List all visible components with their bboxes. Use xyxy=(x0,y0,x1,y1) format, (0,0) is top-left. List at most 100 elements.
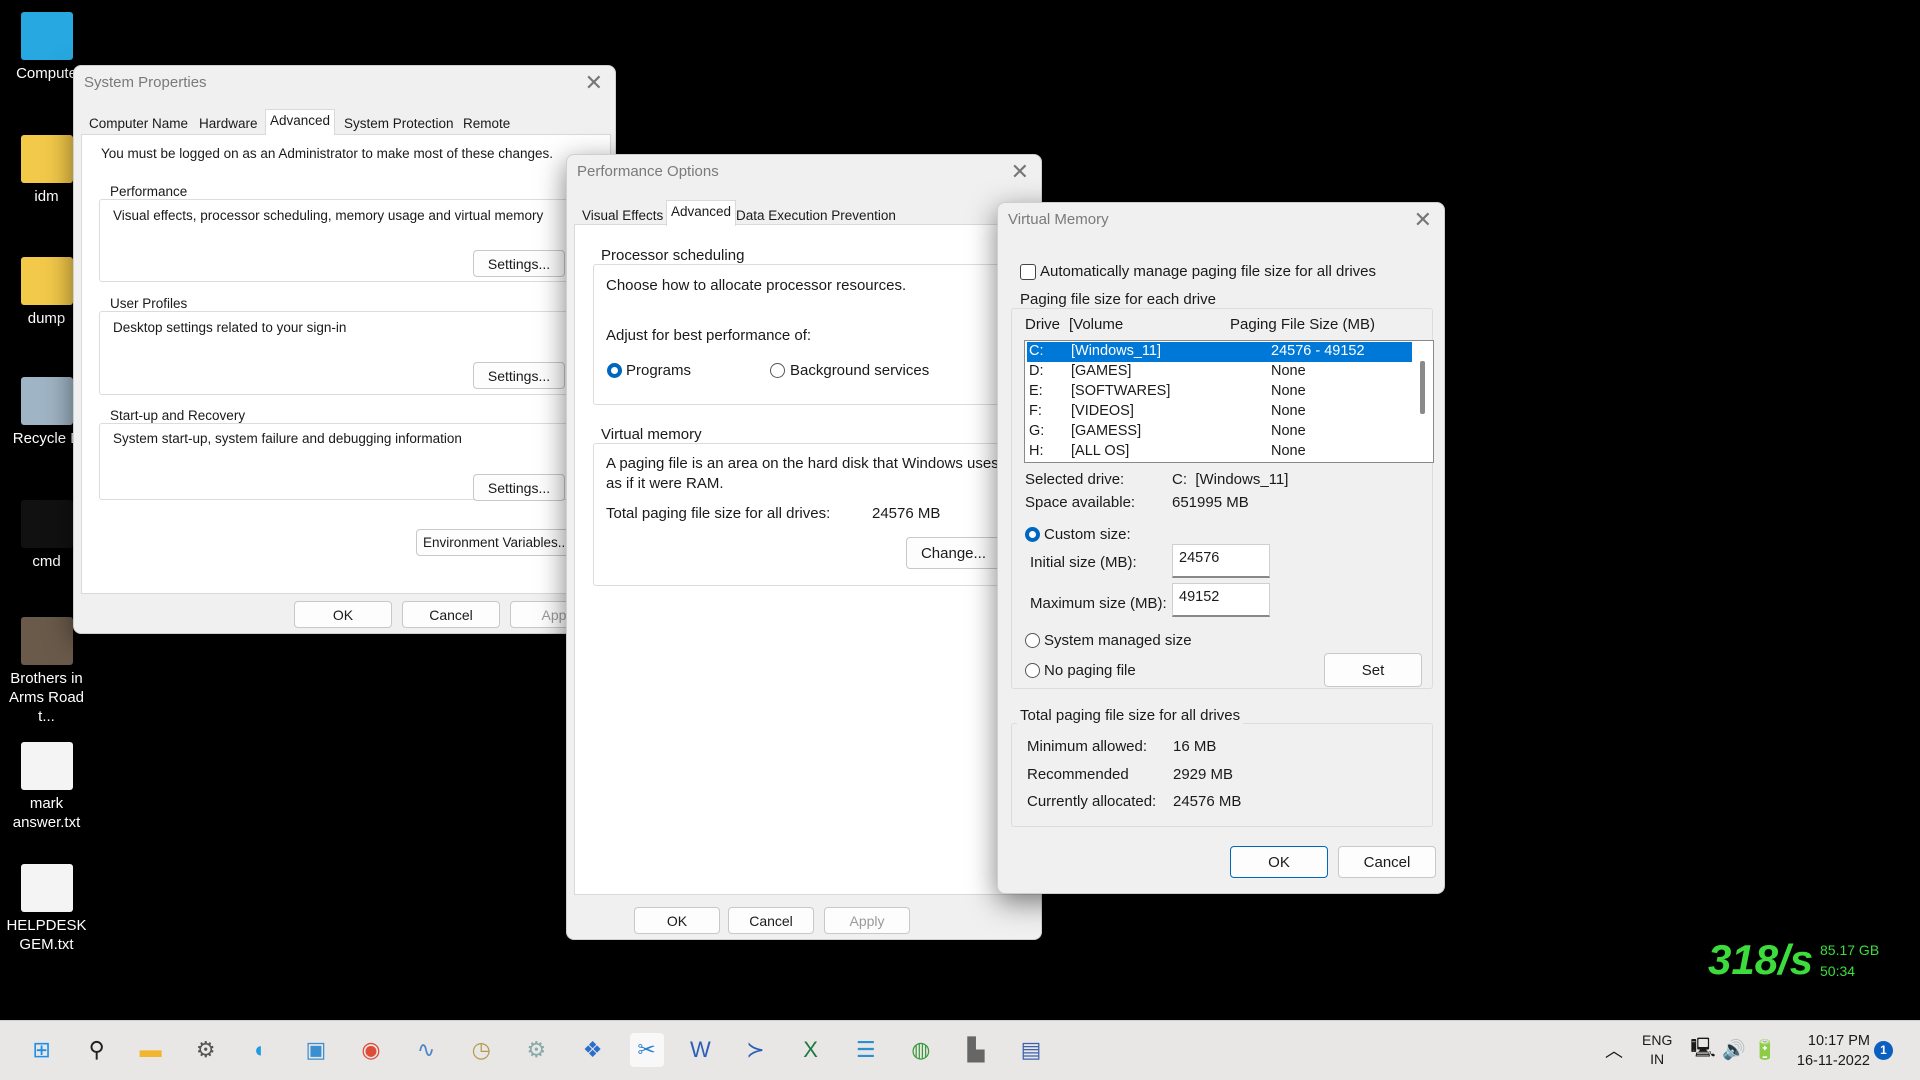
adjust-label: Adjust for best performance of: xyxy=(606,327,812,344)
drive-volume: [GAMES] xyxy=(1071,363,1132,379)
language-indicator[interactable]: ENG IN xyxy=(1642,1031,1672,1069)
word-icon[interactable]: W xyxy=(683,1033,717,1067)
environment-variables-button[interactable]: Environment Variables... xyxy=(416,529,576,556)
notification-badge[interactable]: 1 xyxy=(1874,1041,1893,1060)
startup-settings-button[interactable]: Settings... xyxy=(473,474,565,501)
snipping-tool-icon[interactable]: ✂ xyxy=(629,1033,664,1067)
ok-button[interactable]: OK xyxy=(294,601,392,628)
selected-drive-label: Selected drive: xyxy=(1025,471,1125,488)
background-services-radio[interactable] xyxy=(770,363,785,378)
change-button[interactable]: Change... xyxy=(906,537,1001,569)
drive-paging-size: 24576 - 49152 xyxy=(1271,343,1365,359)
close-icon[interactable]: ✕ xyxy=(585,70,603,96)
tab-remote[interactable]: Remote xyxy=(459,113,514,134)
header-volume: [Volume xyxy=(1069,316,1124,333)
resource-monitor-icon[interactable]: ∿ xyxy=(409,1033,443,1067)
dialog-title: Virtual Memory xyxy=(1008,211,1109,228)
desktop-icon-label: Brothers in Arms Road t... xyxy=(8,670,85,725)
system-managed-radio[interactable] xyxy=(1025,633,1040,648)
set-button[interactable]: Set xyxy=(1324,653,1422,687)
powershell-icon[interactable]: ≻ xyxy=(739,1033,773,1067)
clock[interactable]: 10:17 PM 16-11-2022 xyxy=(1790,1031,1870,1071)
programs-radio[interactable] xyxy=(607,363,622,378)
performance-settings-button[interactable]: Settings... xyxy=(473,250,565,277)
chrome-icon[interactable]: ◉ xyxy=(354,1033,388,1067)
tab-advanced[interactable]: Advanced xyxy=(265,109,336,135)
paging-per-drive-label: Paging file size for each drive xyxy=(1017,291,1219,308)
network-icon[interactable]: 🖳 xyxy=(1686,1033,1720,1067)
drive-volume: [SOFTWARES] xyxy=(1071,383,1171,399)
drive-paging-size: None xyxy=(1271,363,1306,379)
drive-letter: F: xyxy=(1029,403,1042,419)
file-explorer-icon[interactable]: ▬ xyxy=(134,1033,168,1067)
folder-icon xyxy=(20,135,73,183)
drive-list[interactable]: C: [Windows_11] 24576 - 49152 D: [GAMES] None… xyxy=(1024,340,1434,463)
performance-options-dialog: Performance Options ✕ Visual Effects Adv… xyxy=(566,154,1042,940)
initial-size-label: Initial size (MB): xyxy=(1030,554,1137,571)
tab-hardware[interactable]: Hardware xyxy=(195,113,262,134)
desktop-icon[interactable]: HELPDESK GEM.txt xyxy=(0,864,93,954)
app-icon[interactable]: ❖ xyxy=(576,1033,610,1067)
downloaded-size: 85.17 GB xyxy=(1820,942,1880,958)
drive-row[interactable]: G: [GAMESS] None xyxy=(1027,422,1412,442)
cancel-button[interactable]: Cancel xyxy=(1338,846,1436,878)
device-icon[interactable]: ▙ xyxy=(959,1033,993,1067)
control-panel-icon[interactable]: ▣ xyxy=(299,1033,333,1067)
desktop-icon[interactable]: mark answer.txt xyxy=(0,742,93,832)
system-properties-dialog: System Properties ✕ Computer Name Hardwa… xyxy=(73,65,616,634)
drive-letter: G: xyxy=(1029,423,1045,439)
minimum-allowed-value: 16 MB xyxy=(1173,738,1217,755)
performance-label: Performance xyxy=(107,184,191,199)
space-available-value: 651995 MB xyxy=(1172,494,1249,511)
tab-data-execution-prevention[interactable]: Data Execution Prevention xyxy=(732,205,900,226)
drive-row[interactable]: F: [VIDEOS] None xyxy=(1027,402,1412,422)
drive-row[interactable]: H: [ALL OS] None xyxy=(1027,442,1412,462)
minimum-allowed-label: Minimum allowed: xyxy=(1027,738,1148,755)
cancel-button[interactable]: Cancel xyxy=(402,601,500,628)
idm-icon[interactable]: ◍ xyxy=(904,1033,938,1067)
ok-button[interactable]: OK xyxy=(634,907,720,934)
drive-volume: [VIDEOS] xyxy=(1071,403,1134,419)
tab-computer-name[interactable]: Computer Name xyxy=(85,113,192,134)
edge-icon[interactable]: ◐ xyxy=(244,1033,278,1067)
search-icon[interactable]: ⚲ xyxy=(80,1033,114,1067)
volume-icon[interactable]: 🔊 xyxy=(1717,1033,1751,1067)
drive-row[interactable]: D: [GAMES] None xyxy=(1027,362,1412,382)
drive-row[interactable]: E: [SOFTWARES] None xyxy=(1027,382,1412,402)
maximum-size-input[interactable]: 49152 xyxy=(1172,583,1270,617)
ok-button[interactable]: OK xyxy=(1230,846,1328,878)
no-paging-radio[interactable] xyxy=(1025,663,1040,678)
clock-icon[interactable]: ◷ xyxy=(464,1033,498,1067)
custom-size-radio[interactable] xyxy=(1025,527,1040,542)
notepad-icon[interactable]: ☰ xyxy=(849,1033,883,1067)
drive-row[interactable]: C: [Windows_11] 24576 - 49152 xyxy=(1027,342,1412,362)
tab-system-protection[interactable]: System Protection xyxy=(340,113,458,134)
close-icon[interactable]: ✕ xyxy=(1011,159,1029,185)
tab-visual-effects[interactable]: Visual Effects xyxy=(578,205,667,226)
remote-desktop-icon[interactable]: ▤ xyxy=(1014,1033,1048,1067)
close-icon[interactable]: ✕ xyxy=(1414,207,1432,233)
tab-advanced[interactable]: Advanced xyxy=(666,200,737,226)
vm-desc-line2: as if it were RAM. xyxy=(606,475,724,492)
show-hidden-icons-chevron-icon[interactable]: ︿ xyxy=(1597,1033,1631,1067)
taskbar: ⊞ ⚲ ▬ ⚙ ◐ ▣ ◉ ∿ ◷ ⚙ ❖ ✂ W ≻ X ☰ ◍ ▙ ▤ ︿ ENG IN 🖳 🔊 🔋 10:17… xyxy=(0,1020,1920,1080)
excel-icon[interactable]: X xyxy=(794,1033,828,1067)
settings-icon[interactable]: ⚙ xyxy=(189,1033,223,1067)
cancel-button[interactable]: Cancel xyxy=(728,907,814,934)
list-scrollbar[interactable] xyxy=(1420,361,1425,414)
services-icon[interactable]: ⚙ xyxy=(519,1033,553,1067)
windows-start-icon[interactable]: ⊞ xyxy=(25,1033,59,1067)
user-profiles-settings-button[interactable]: Settings... xyxy=(473,362,565,389)
initial-size-input[interactable]: 24576 xyxy=(1172,544,1270,578)
recycle-bin-icon xyxy=(20,377,73,425)
admin-note: You must be logged on as an Administrato… xyxy=(101,146,554,161)
auto-manage-checkbox[interactable] xyxy=(1020,264,1036,280)
text-file-icon xyxy=(20,864,73,912)
download-speed: 318/s xyxy=(1708,936,1814,983)
vm-desc-line1: A paging file is an area on the hard dis… xyxy=(606,455,999,472)
total-paging-label: Total paging file size for all drives: xyxy=(606,505,831,522)
auto-manage-label: Automatically manage paging file size fo… xyxy=(1040,263,1376,280)
battery-icon[interactable]: 🔋 xyxy=(1748,1033,1782,1067)
apply-button[interactable]: Apply xyxy=(824,907,910,934)
currently-allocated-value: 24576 MB xyxy=(1173,793,1242,810)
